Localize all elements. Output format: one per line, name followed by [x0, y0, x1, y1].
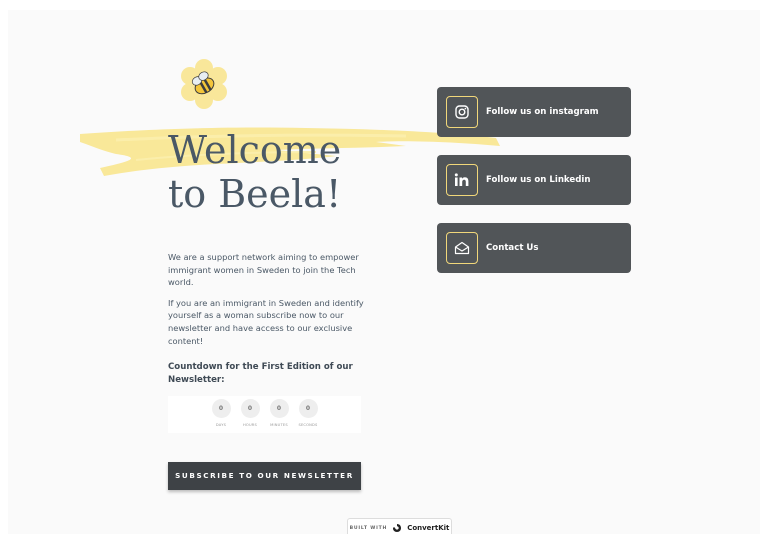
countdown-hours: 0 HOURS — [240, 399, 261, 433]
intro-text: We are a support network aiming to empow… — [168, 251, 364, 355]
instagram-link-button[interactable]: Follow us on instagram — [437, 87, 631, 137]
countdown-seconds-label: SECONDS — [298, 423, 318, 427]
countdown-title: Countdown for the First Edition of our N… — [168, 362, 353, 385]
intro-paragraph-2: If you are an immigrant in Sweden and id… — [168, 297, 364, 346]
countdown-seconds: 0 SECONDS — [298, 399, 319, 433]
subscribe-button[interactable]: SUBSCRIBE TO OUR NEWSLETTER — [168, 462, 361, 490]
linkedin-link-label: Follow us on Linkedin — [486, 175, 591, 185]
contact-us-label: Contact Us — [486, 243, 539, 253]
page-title: Welcome to Beela! — [168, 128, 341, 216]
countdown-days-label: DAYS — [215, 423, 227, 427]
convertkit-brand-label: ConvertKit — [407, 524, 450, 532]
countdown-hours-value: 0 — [240, 399, 260, 418]
countdown-seconds-value: 0 — [298, 399, 318, 418]
landing-page — [8, 10, 760, 534]
built-with-convertkit-badge[interactable]: BUILT WITH ConvertKit — [347, 518, 452, 534]
envelope-icon — [446, 232, 478, 264]
countdown-days-value: 0 — [211, 399, 231, 418]
contact-us-button[interactable]: Contact Us — [437, 223, 631, 273]
instagram-icon — [446, 96, 478, 128]
countdown-days: 0 DAYS — [211, 399, 232, 433]
built-with-label: BUILT WITH — [349, 525, 388, 531]
instagram-link-label: Follow us on instagram — [486, 107, 599, 117]
countdown-timer: 0 DAYS 0 HOURS 0 MINUTES 0 SECONDS — [168, 396, 361, 433]
countdown-minutes: 0 MINUTES — [269, 399, 290, 433]
countdown-hours-label: HOURS — [243, 423, 257, 427]
title-line-1: Welcome — [168, 128, 342, 172]
countdown-minutes-label: MINUTES — [270, 423, 288, 427]
linkedin-link-button[interactable]: Follow us on Linkedin — [437, 155, 631, 205]
title-line-2: to Beela! — [168, 172, 342, 216]
linkedin-icon — [446, 164, 478, 196]
intro-paragraph-1: We are a support network aiming to empow… — [168, 252, 359, 288]
bee-logo — [181, 59, 227, 109]
convertkit-logo-icon — [393, 524, 402, 532]
countdown-minutes-value: 0 — [269, 399, 289, 418]
